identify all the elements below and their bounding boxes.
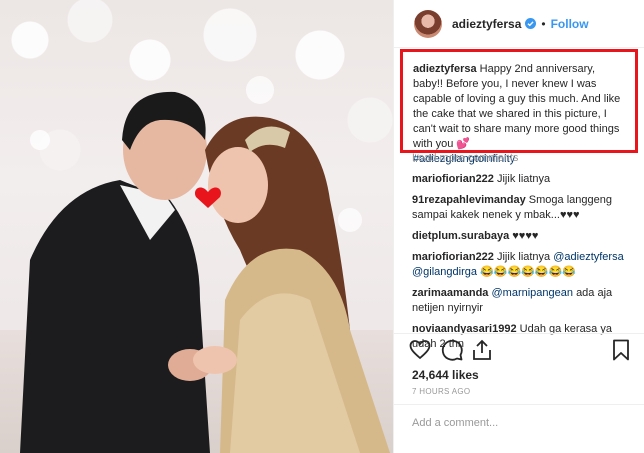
post-timestamp[interactable]: 7 HOURS AGO: [412, 387, 470, 396]
verified-badge-icon: [525, 18, 537, 29]
load-more-comments[interactable]: Load more comments: [412, 152, 518, 164]
comment-username[interactable]: mariofiorian222: [412, 173, 494, 185]
heart-icon[interactable]: [408, 338, 432, 362]
comment: mariofiorian222 Jijik liatnya: [412, 172, 637, 187]
comment-divider: [394, 404, 644, 405]
comment: dietplum.surabaya ♥♥♥♥: [412, 229, 637, 244]
post-sidebar: adieztyfersa • Follow adieztyfersa Happy…: [393, 0, 644, 453]
follow-button[interactable]: Follow: [551, 17, 589, 31]
couple-illustration: [20, 76, 390, 453]
action-bar: [408, 338, 633, 364]
share-icon[interactable]: [470, 338, 494, 362]
comment: zarimaamanda @marnipangean ada aja netij…: [412, 286, 637, 316]
caption-username[interactable]: adieztyfersa: [413, 63, 477, 75]
comment-icon[interactable]: [440, 338, 464, 362]
avatar[interactable]: [414, 9, 442, 38]
comments-list: mariofiorian222 Jijik liatnya 91rezapahl…: [412, 172, 637, 358]
post-header: adieztyfersa • Follow: [394, 0, 644, 48]
comment-username[interactable]: 91rezapahlevimanday: [412, 194, 526, 206]
post-photo[interactable]: [0, 0, 393, 453]
comment-text: Jijik liatnya: [496, 251, 551, 263]
caption-text: Happy 2nd anniversary, baby!! Before you…: [413, 63, 621, 150]
comment-emoji-trail: 😂😂😂😂😂😂😂: [480, 266, 576, 278]
actions-divider: [394, 333, 644, 334]
separator-dot: •: [541, 16, 546, 31]
comment-text: Jijik liatnya: [496, 173, 551, 185]
header-username[interactable]: adieztyfersa: [452, 17, 521, 31]
add-comment-input[interactable]: Add a comment...: [412, 417, 498, 429]
comment-text: ♥♥♥♥: [512, 230, 539, 242]
comment-username[interactable]: zarimaamanda: [412, 287, 488, 299]
bookmark-icon[interactable]: [609, 338, 633, 362]
comment-username[interactable]: dietplum.surabaya: [412, 230, 509, 242]
comment-mention[interactable]: @marnipangean: [492, 287, 574, 299]
comment: 91rezapahlevimanday Smoga langgeng sampa…: [412, 193, 637, 223]
caption-highlight: adieztyfersa Happy 2nd anniversary, baby…: [400, 49, 638, 165]
comment: mariofiorian222 Jijik liatnya @adieztyfe…: [412, 250, 637, 280]
comment-username[interactable]: mariofiorian222: [412, 251, 494, 263]
likes-count[interactable]: 24,644 likes: [412, 368, 479, 382]
